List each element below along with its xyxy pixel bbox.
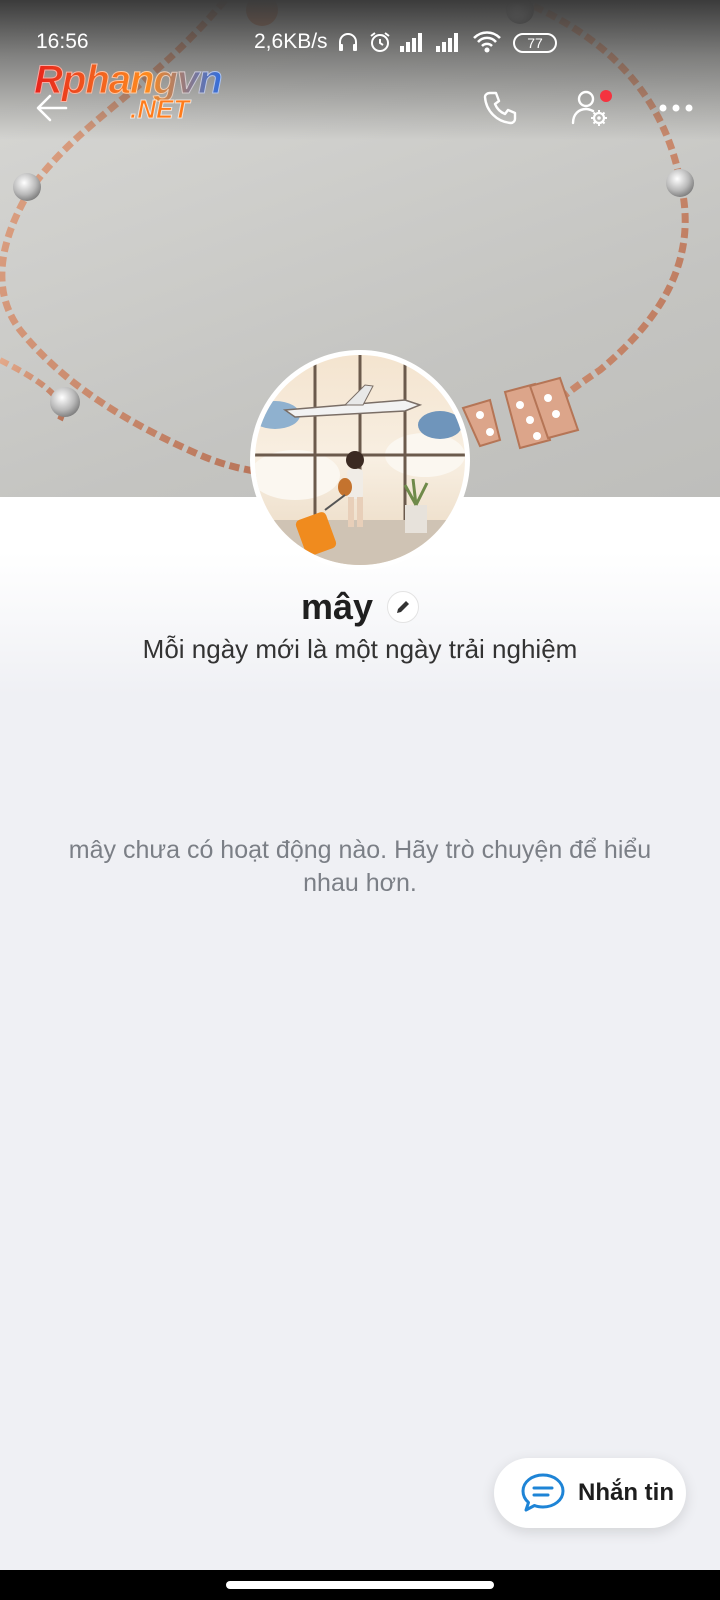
message-button-label: Nhắn tin xyxy=(578,1479,674,1506)
back-arrow-icon xyxy=(36,94,68,122)
battery-level: 77 xyxy=(527,35,543,51)
chat-bubble-icon xyxy=(521,1473,565,1512)
avatar-image xyxy=(255,355,465,565)
phone-icon xyxy=(483,91,517,125)
alarm-icon xyxy=(370,32,390,52)
notification-dot xyxy=(600,90,612,102)
signal-icon xyxy=(400,33,422,52)
profile-bio: Mỗi ngày mới là một ngày trải nghiệm xyxy=(142,634,578,664)
avatar[interactable] xyxy=(250,350,470,570)
system-nav-bar xyxy=(0,1570,720,1600)
watermark-sub: .NET xyxy=(129,94,190,125)
wifi-icon xyxy=(473,31,501,53)
edit-name-button[interactable] xyxy=(387,591,420,623)
back-button[interactable] xyxy=(26,82,78,134)
network-speed: 2,6KB/s xyxy=(254,30,328,53)
more-icon xyxy=(659,104,693,112)
profile-name: mây xyxy=(300,586,374,627)
empty-activity-message: mây chưa có hoạt động nào. Hãy trò chuyệ… xyxy=(68,836,652,897)
headphones-icon xyxy=(339,33,357,51)
call-button[interactable] xyxy=(474,82,526,134)
signal-icon xyxy=(436,33,458,52)
pencil-icon xyxy=(397,601,410,613)
home-indicator[interactable] xyxy=(226,1581,494,1589)
status-time: 16:56 xyxy=(36,30,89,53)
status-bar: 16:56 2,6KB/s 77 xyxy=(0,0,720,64)
name-row: mây xyxy=(0,582,720,632)
more-button[interactable] xyxy=(650,82,702,134)
message-button[interactable]: Nhắn tin xyxy=(494,1458,686,1528)
battery-icon: 77 xyxy=(513,33,557,53)
user-settings-button[interactable] xyxy=(564,82,616,134)
